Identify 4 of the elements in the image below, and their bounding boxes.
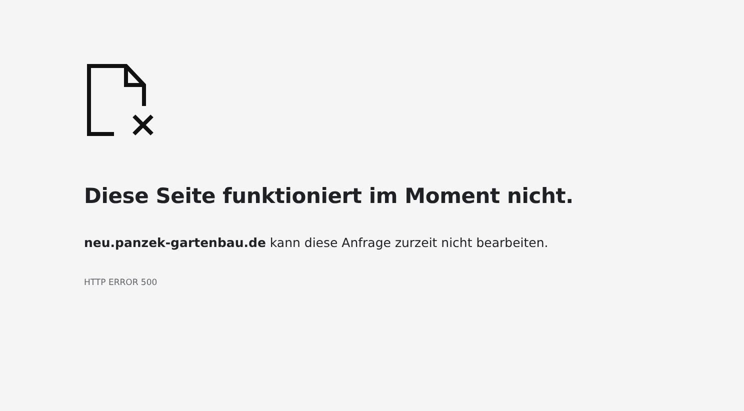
error-heading: Diese Seite funktioniert im Moment nicht. bbox=[84, 184, 574, 208]
file-error-icon bbox=[84, 62, 156, 136]
error-message: neu.panzek-gartenbau.de kann diese Anfrage zurzeit nicht bearbeiten. bbox=[84, 235, 548, 250]
error-code: HTTP ERROR 500 bbox=[84, 278, 158, 288]
